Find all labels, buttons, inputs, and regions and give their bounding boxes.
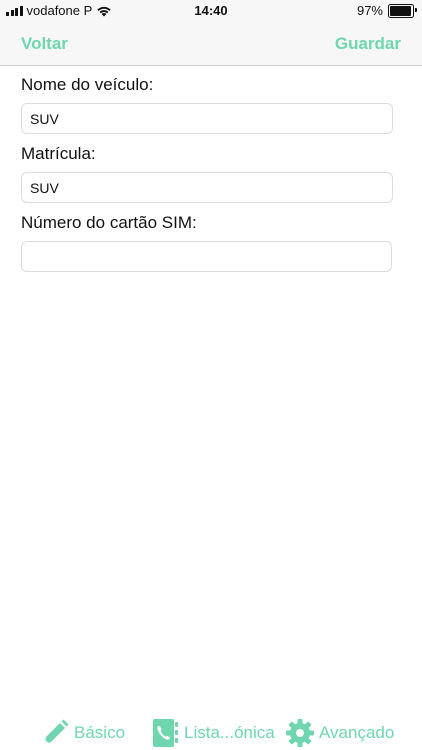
status-right: 97% [356, 3, 417, 18]
tab-basic[interactable]: Básico [40, 718, 125, 748]
sim-number-label: Número do cartão SIM: [21, 213, 197, 232]
battery-fill [390, 5, 412, 16]
plate-input[interactable] [21, 172, 393, 203]
phonebook-icon [153, 719, 178, 747]
tab-phonebook-label: Lista...ónica [184, 723, 275, 742]
tab-basic-label: Básico [74, 723, 126, 742]
tab-advanced-label: Avançado [319, 723, 395, 742]
status-bar: vodafone P 14:40 97% [0, 0, 422, 22]
save-button[interactable]: Guardar [335, 34, 401, 54]
sim-number-input[interactable] [21, 241, 392, 272]
back-button[interactable]: Voltar [21, 34, 68, 54]
plate-label: Matrícula: [21, 144, 96, 163]
vehicle-form: Nome do veículo: Matrícula: Número do ca… [21, 74, 393, 281]
vehicle-name-label: Nome do veículo: [21, 75, 154, 94]
tab-bar: Básico Lista...ónica Avançado [0, 716, 422, 750]
gear-icon [286, 719, 314, 747]
navigation-bar: Voltar Guardar [0, 22, 422, 66]
pencil-icon [44, 719, 69, 744]
tab-advanced[interactable]: Avançado [285, 718, 394, 748]
tab-phonebook[interactable]: Lista...ónica [150, 718, 275, 748]
battery-percent: 97% [356, 3, 383, 18]
battery-icon [388, 3, 417, 18]
vehicle-name-input[interactable] [21, 103, 393, 134]
